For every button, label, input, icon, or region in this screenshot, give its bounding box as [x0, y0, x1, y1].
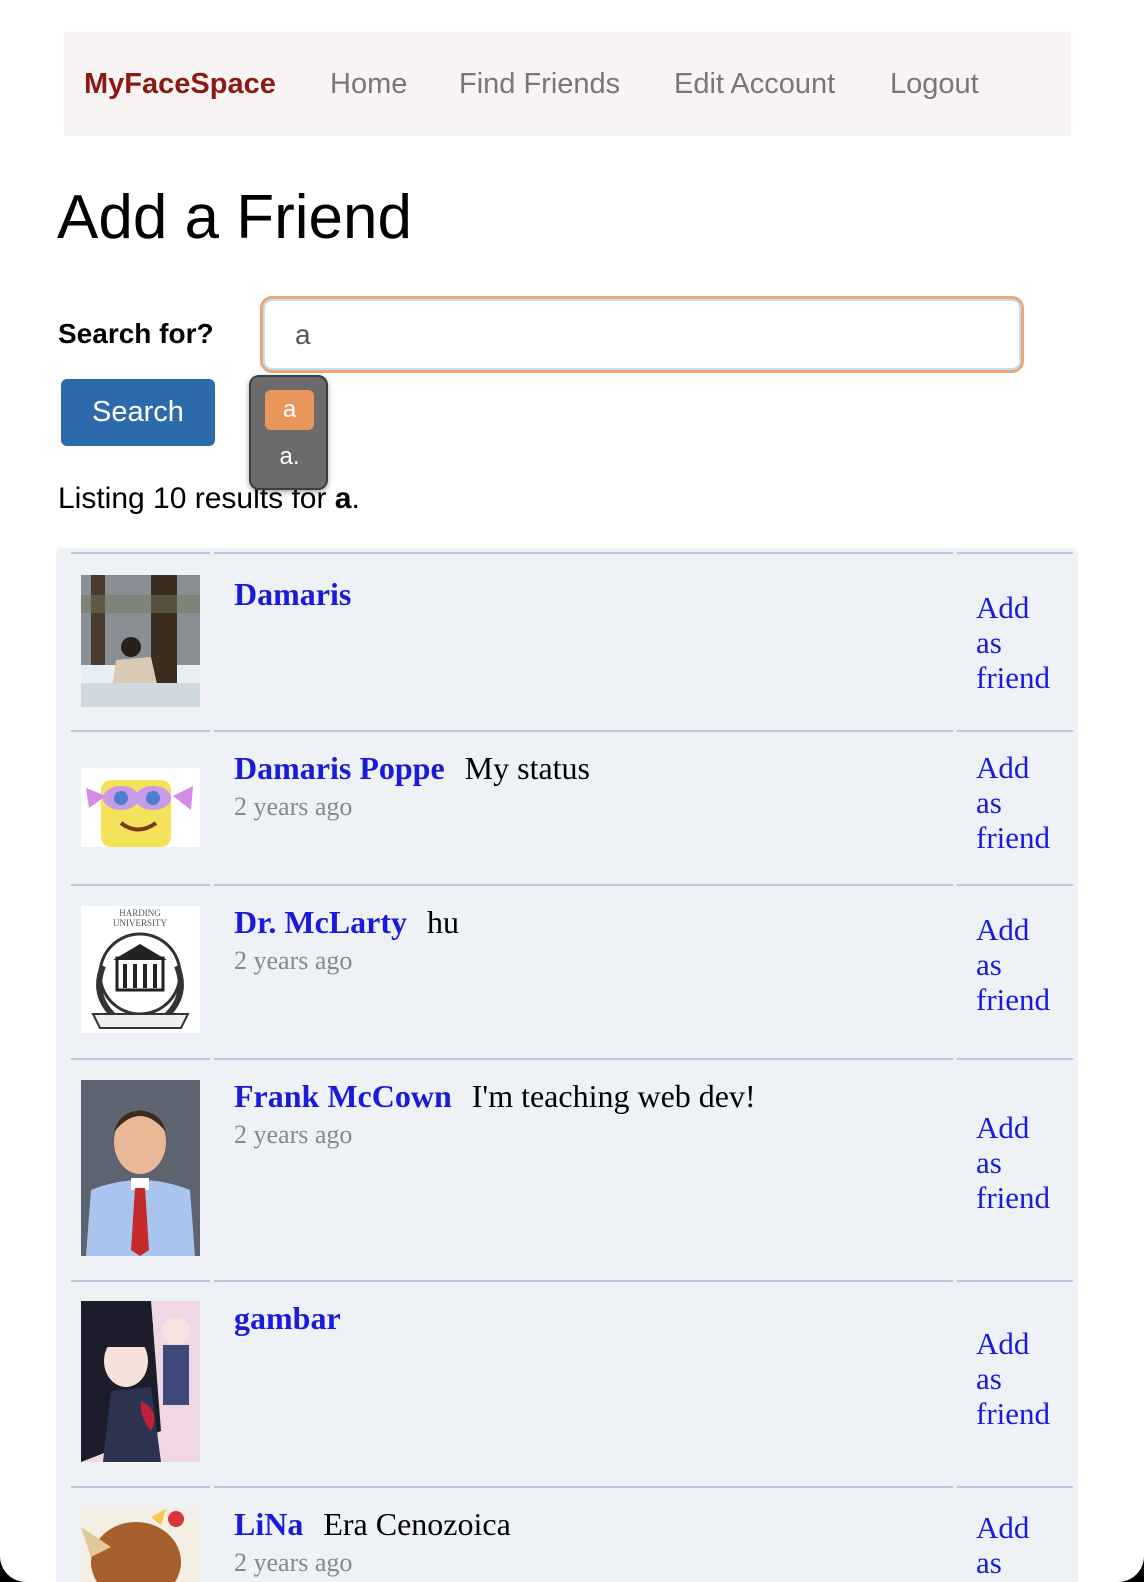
autocomplete-option[interactable]: a: [265, 390, 314, 430]
avatar[interactable]: [81, 1301, 200, 1462]
friend-status: My status: [464, 750, 590, 786]
page: MyFaceSpace Home Find Friends Edit Accou…: [0, 0, 1144, 1582]
autocomplete-popup: a a.: [249, 375, 328, 490]
table-row: HARDING UNIVERSITY Dr. McLarty hu 2 years…: [56, 884, 1078, 1054]
friend-name-link: Dr. McLarty hu: [234, 904, 459, 941]
page-title: Add a Friend: [57, 183, 412, 252]
add-friend-link[interactable]: Addasfriend: [976, 1326, 1076, 1431]
table-row: Damaris Poppe My status 2 years ago Add as…: [56, 730, 1078, 880]
add-friend-link[interactable]: Addasfriend: [976, 750, 1076, 855]
avatar[interactable]: HARDING UNIVERSITY: [81, 906, 200, 1033]
autocomplete-option[interactable]: a.: [265, 437, 314, 477]
avatar[interactable]: [81, 575, 200, 707]
nav-logout-link[interactable]: Logout: [890, 32, 979, 136]
table-row: Frank McCown I'm teaching web dev! 2 year…: [56, 1058, 1078, 1276]
add-friend-link[interactable]: Addasfriend: [976, 590, 1076, 695]
seal-text: UNIVERSITY: [113, 918, 167, 928]
friend-name-link[interactable]: gambar: [234, 1300, 341, 1337]
results-table: Damaris Add as friend Damaris Poppe My s…: [56, 548, 1078, 1582]
search-button[interactable]: Search: [61, 379, 215, 446]
avatar[interactable]: [81, 1080, 200, 1256]
search-input[interactable]: [260, 296, 1024, 373]
nav-home-link[interactable]: Home: [330, 32, 407, 136]
friend-name-link: Frank McCown I'm teaching web dev!: [234, 1078, 756, 1115]
nav-find-friends-link[interactable]: Find Friends: [459, 32, 620, 136]
friend-status: hu: [426, 904, 459, 940]
friend-name-link: LiNa Era Cenozoica: [234, 1506, 511, 1543]
nav-edit-account-link[interactable]: Edit Account: [674, 32, 835, 136]
table-row: gambar Add as friend: [56, 1280, 1078, 1482]
status-timestamp: 2 years ago: [234, 946, 353, 975]
search-label: Search for?: [58, 318, 214, 349]
add-friend-link[interactable]: Addasfriend: [976, 1510, 1076, 1582]
friend-status: I'm teaching web dev!: [471, 1078, 756, 1114]
seal-text: HARDING: [119, 908, 161, 918]
avatar[interactable]: [81, 768, 200, 847]
friend-name-link: Damaris Poppe My status: [234, 750, 590, 787]
results-summary-query: a: [334, 482, 352, 515]
table-row: Damaris Add as friend: [56, 552, 1078, 726]
brand-link[interactable]: MyFaceSpace: [84, 32, 276, 136]
navbar: MyFaceSpace Home Find Friends Edit Accou…: [64, 32, 1071, 136]
avatar[interactable]: [81, 1507, 200, 1582]
friend-status: Era Cenozoica: [323, 1506, 511, 1542]
table-row: LiNa Era Cenozoica 2 years ago Addasfrien…: [56, 1486, 1078, 1582]
add-friend-link[interactable]: Addasfriend: [976, 912, 1076, 1017]
results-summary-suffix: .: [351, 482, 360, 515]
status-timestamp: 2 years ago: [234, 1120, 353, 1149]
friend-name-text[interactable]: Frank McCown: [234, 1078, 452, 1114]
status-timestamp: 2 years ago: [234, 1548, 353, 1577]
add-friend-link[interactable]: Addasfriend: [976, 1110, 1076, 1215]
friend-name-text[interactable]: Dr. McLarty: [234, 904, 407, 940]
friend-name-text[interactable]: Damaris Poppe: [234, 750, 445, 786]
status-timestamp: 2 years ago: [234, 792, 353, 821]
friend-name-text[interactable]: LiNa: [234, 1506, 303, 1542]
friend-name-link[interactable]: Damaris: [234, 576, 351, 613]
